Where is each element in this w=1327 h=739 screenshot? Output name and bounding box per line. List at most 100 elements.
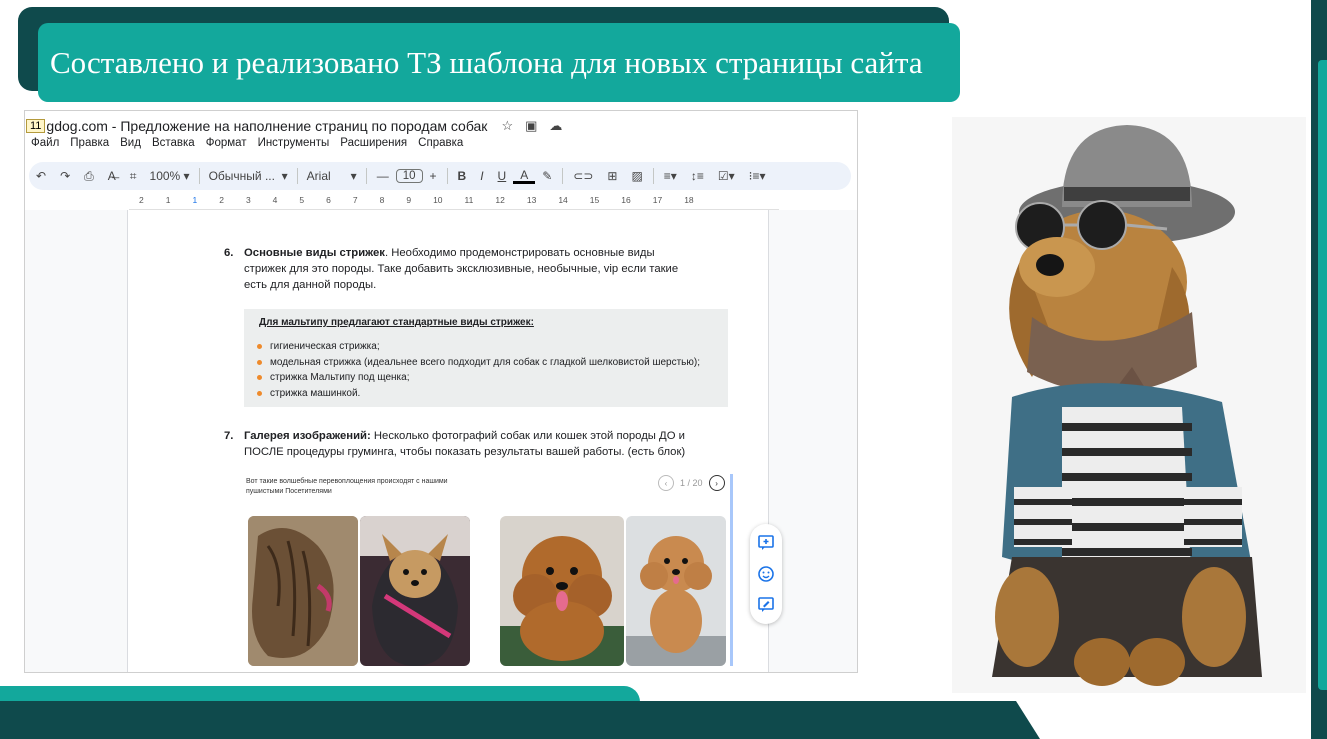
footer-bar	[0, 701, 1040, 739]
haircut-box: Для мальтипу предлагают стандартные виды…	[244, 309, 728, 407]
bulleted-list-icon[interactable]: ⁝≡▾	[742, 169, 773, 183]
ruler-tick: 16	[621, 195, 631, 205]
ruler-tick: 2	[219, 195, 224, 205]
zoom-select[interactable]: 100% ▾	[144, 169, 196, 183]
menu-tools[interactable]: Инструменты	[258, 137, 330, 149]
bullet-text: стрижка Мальтипу под щенка;	[270, 372, 410, 383]
menu-format[interactable]: Формат	[206, 137, 247, 149]
ruler-tick: 14	[558, 195, 568, 205]
item-heading: Галерея изображений:	[244, 430, 371, 442]
ruler-tick: 4	[272, 195, 278, 205]
redo-icon[interactable]: ↷	[53, 169, 77, 183]
ruler-tick: 1	[165, 195, 171, 205]
ruler-tick: 9	[406, 195, 412, 205]
add-comment-icon[interactable]	[757, 534, 775, 552]
toolbar: ↶ ↷ ⎙ A̶ ⌗ 100% ▾ Обычный ... ▾ Arial ▾ …	[29, 162, 851, 190]
ruler-tick: 5	[299, 195, 305, 205]
toolbar-divider	[365, 168, 367, 184]
paint-format-icon[interactable]: ⌗	[123, 169, 144, 184]
page-number-badge: 11	[26, 119, 46, 133]
menu-edit[interactable]: Правка	[70, 137, 109, 149]
list-item: стрижка Мальтипу под щенка;	[257, 370, 700, 386]
toolbar-divider	[562, 168, 564, 184]
ruler-tick: 2	[139, 195, 144, 205]
ruler-tick: 7	[352, 195, 358, 205]
style-value: Обычный ...	[208, 169, 275, 183]
ruler-tick: 13	[526, 195, 537, 205]
item-text: Основные виды стрижек. Необходимо продем…	[244, 245, 689, 293]
style-select[interactable]: Обычный ... ▾	[203, 169, 294, 183]
undo-icon[interactable]: ↶	[29, 169, 53, 183]
gallery-prev-icon[interactable]: ‹	[658, 475, 674, 491]
gallery-caption: Вот такие волшебные перевоплощения проис…	[246, 478, 448, 495]
before-photo-2	[500, 516, 624, 666]
list-item: модельная стрижка (идеальнее всего подхо…	[257, 355, 700, 371]
add-comment-icon[interactable]: ⊞	[600, 169, 624, 183]
insert-image-icon[interactable]: ▨	[624, 169, 649, 183]
doc-page[interactable]: 6. Основные виды стрижек. Необходимо про…	[127, 210, 782, 672]
spellcheck-icon[interactable]: A̶	[101, 169, 123, 183]
ruler-tick: 11	[464, 195, 474, 205]
before-photo-1	[248, 516, 358, 666]
print-icon[interactable]: ⎙	[77, 169, 101, 184]
item-text: Галерея изображений: Несколько фотографи…	[244, 428, 689, 460]
menu-view[interactable]: Вид	[120, 137, 141, 149]
ruler-tick: 3	[245, 195, 251, 205]
suggest-edit-icon[interactable]	[757, 596, 775, 614]
line-spacing-icon[interactable]: ↕≡	[684, 169, 711, 183]
menu-extensions[interactable]: Расширения	[340, 137, 407, 149]
decrease-font-button[interactable]: —	[370, 169, 396, 183]
bullet-icon	[257, 390, 262, 396]
gallery-next-icon[interactable]: ›	[708, 475, 725, 491]
bullet-text: модельная стрижка (идеальнее всего подхо…	[270, 356, 700, 368]
gallery-controls: ‹ 1 / 20 ›	[658, 475, 725, 491]
star-icon[interactable]: ☆	[501, 118, 513, 134]
bullet-icon	[257, 344, 262, 350]
ruler-tick: 8	[379, 195, 385, 205]
align-icon[interactable]: ≡▾	[657, 169, 684, 183]
doc-screenshot: 11 gdog.com - Предложение на наполнение …	[24, 110, 858, 673]
font-select[interactable]: Arial ▾	[301, 169, 363, 183]
list-item: стрижка машинкой.	[257, 386, 700, 402]
doc-title[interactable]: gdog.com - Предложение на наполнение стр…	[46, 118, 487, 134]
selection-bar	[730, 474, 733, 666]
menu-insert[interactable]: Вставка	[152, 137, 195, 149]
item-number: 6.	[224, 247, 234, 259]
cloud-status-icon[interactable]: ☁	[549, 118, 562, 134]
menu-file[interactable]: Файл	[31, 137, 59, 149]
emoji-reaction-icon[interactable]	[757, 565, 775, 583]
bullet-text: стрижка машинкой.	[270, 387, 361, 399]
folder-move-icon[interactable]: ▣	[525, 118, 537, 134]
slide-title: Составлено и реализовано ТЗ шаблона для …	[38, 23, 960, 102]
toolbar-divider	[198, 168, 200, 184]
list-item: гигиеническая стрижка;	[257, 339, 700, 355]
highlight-icon[interactable]: ✎	[535, 169, 559, 183]
toolbar-divider	[652, 168, 654, 184]
after-photo-1	[360, 516, 470, 666]
toolbar-divider	[296, 168, 298, 184]
ruler-tick: 1	[192, 195, 198, 205]
box-heading: Для мальтипу предлагают стандартные виды…	[259, 317, 534, 328]
item-heading: Основные виды стрижек	[244, 247, 385, 259]
zoom-value: 100%	[149, 169, 181, 183]
bold-button[interactable]: B	[451, 169, 474, 183]
font-size-input[interactable]: 10	[395, 169, 423, 183]
text-color-button[interactable]: A	[513, 169, 536, 184]
ruler-tick: 12	[495, 195, 505, 205]
italic-button[interactable]: I	[473, 169, 490, 183]
toolbar-divider	[446, 168, 448, 184]
bullet-icon	[257, 359, 262, 365]
dog-hipster-image	[952, 117, 1306, 693]
increase-font-button[interactable]: +	[423, 169, 444, 183]
checklist-icon[interactable]: ☑▾	[711, 169, 742, 183]
underline-button[interactable]: U	[491, 169, 514, 183]
ruler-tick: 18	[684, 195, 694, 205]
link-icon[interactable]: ⊂⊃	[566, 169, 600, 183]
menu-help[interactable]: Справка	[418, 137, 463, 149]
menu-bar: Файл Правка Вид Вставка Формат Инструмен…	[31, 137, 463, 149]
ruler-tick: 17	[652, 195, 663, 205]
ruler: 2 1 1 2 3 4 5 6 7 8 9 10 11 12 13 14 15 …	[129, 195, 779, 210]
haircut-list: гигиеническая стрижка; модельная стрижка…	[257, 339, 700, 401]
bullet-icon	[257, 375, 262, 381]
doc-canvas: 6. Основные виды стрижек. Необходимо про…	[25, 210, 857, 672]
